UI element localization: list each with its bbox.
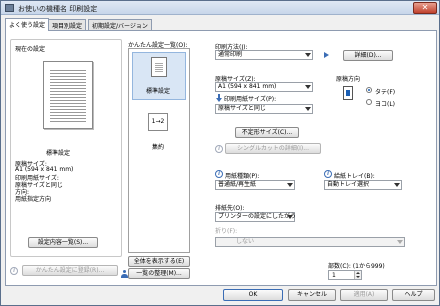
- print-method-detail-button[interactable]: 詳細(D)...: [343, 50, 393, 61]
- paper-tray-value: 自動トレイ選択: [327, 181, 370, 188]
- orientation-portrait-radio[interactable]: [366, 87, 372, 93]
- organize-list-button[interactable]: 一覧の整理(M)...: [128, 268, 190, 279]
- settings-list-button[interactable]: 設定内容一覧(S)...: [28, 237, 98, 248]
- copies-stepper[interactable]: 1: [328, 270, 362, 280]
- paper-size-value: A1 (594 x 841 mm): [218, 83, 277, 90]
- chevron-down-icon: [287, 215, 293, 219]
- easy-setting-item-standard[interactable]: 標準設定: [132, 52, 186, 100]
- paper-type-label: 用紙種類(P):: [225, 173, 260, 180]
- page-icon: [151, 57, 167, 77]
- orientation-portrait-label: タテ(F): [375, 89, 396, 96]
- window-title: お使いの機種名 印刷設定: [18, 5, 98, 13]
- user-icon: [121, 270, 128, 278]
- copies-value: 1: [332, 272, 336, 279]
- cancel-button[interactable]: キャンセル: [288, 289, 336, 301]
- print-paper-size-value: 原稿サイズと同じ: [218, 105, 266, 112]
- close-button[interactable]: ✕: [413, 2, 437, 14]
- print-method-select[interactable]: 通常印刷: [215, 50, 313, 60]
- easy-setting-label-nup: 集約: [152, 144, 165, 151]
- print-method-value: 通常印刷: [218, 51, 243, 58]
- help-button[interactable]: ヘルプ: [392, 289, 435, 301]
- 2up-icon: 1→2: [148, 113, 168, 131]
- register-info-icon: i: [10, 267, 18, 275]
- tab-frequent[interactable]: よく使う設定: [5, 18, 50, 31]
- preview-page: [43, 61, 93, 129]
- arrow-down-icon: [216, 94, 222, 102]
- paper-tray-select[interactable]: 自動トレイ選択: [324, 180, 402, 190]
- stepper-down-icon[interactable]: [356, 276, 360, 278]
- output-select[interactable]: プリンターの設定にしたがう: [215, 212, 297, 222]
- printer-icon: [5, 4, 14, 12]
- print-settings-window: お使いの機種名 印刷設定 ✕ よく使う設定 項目別設定 初期設定/バージョン 現…: [0, 0, 440, 306]
- easy-setting-label-standard: 標準設定: [146, 88, 171, 95]
- detail-paper-size-value: A1 (594 x 841 mm): [15, 166, 74, 173]
- fold-label: 折り(F):: [215, 228, 238, 235]
- tab-initial-version[interactable]: 初期設定/バージョン: [88, 19, 152, 30]
- stepper-up-icon[interactable]: [356, 272, 360, 274]
- register-easy-setting-button[interactable]: かんたん設定に登録(R)...: [22, 265, 118, 276]
- chevron-down-icon: [397, 240, 403, 244]
- fold-select[interactable]: しない: [215, 237, 405, 247]
- show-all-button[interactable]: 全体を表示する(E): [128, 256, 190, 267]
- current-settings-name: 標準設定: [46, 150, 71, 157]
- chevron-down-icon: [305, 85, 311, 89]
- paper-type-select[interactable]: 普通紙/再生紙: [215, 180, 295, 190]
- orientation-landscape-label: ヨコ(L): [375, 101, 396, 108]
- detail-orientation-value: 用紙指定方向: [15, 196, 52, 203]
- print-paper-size-label: 印刷用紙サイズ(P):: [224, 96, 277, 103]
- output-label: 排紙先(O):: [215, 205, 245, 212]
- title-bar: お使いの機種名 印刷設定 ✕: [1, 1, 439, 15]
- tab-detailed[interactable]: 項目別設定: [48, 19, 87, 30]
- apply-button[interactable]: 適用(A): [340, 289, 388, 301]
- paper-type-info-icon[interactable]: i: [215, 170, 223, 178]
- shortcut-info-icon: i: [215, 145, 223, 153]
- paper-tray-info-icon[interactable]: i: [324, 170, 332, 178]
- paper-size-select[interactable]: A1 (594 x 841 mm): [215, 82, 313, 92]
- play-icon: [324, 52, 329, 58]
- chevron-down-icon: [305, 53, 311, 57]
- copies-label: 部数(C): (1から999): [328, 263, 385, 270]
- paper-type-value: 普通紙/再生紙: [218, 181, 257, 188]
- print-paper-size-select[interactable]: 原稿サイズと同じ: [215, 104, 313, 114]
- paper-tray-label: 給紙トレイ(B):: [334, 173, 375, 180]
- chevron-down-icon: [287, 183, 293, 187]
- chevron-down-icon: [305, 107, 311, 111]
- easy-settings-list[interactable]: 標準設定 1→2 集約: [128, 48, 190, 253]
- single-cut-detail-button[interactable]: シングルカットの詳細(I)...: [225, 143, 321, 154]
- ok-button[interactable]: OK: [223, 289, 283, 301]
- easy-setting-item-nup[interactable]: 1→2 集約: [132, 111, 186, 157]
- chevron-down-icon: [394, 183, 400, 187]
- output-value: プリンターの設定にしたがう: [218, 213, 297, 220]
- orientation-landscape-radio[interactable]: [366, 99, 372, 105]
- current-settings-title: 現在の設定: [15, 46, 46, 53]
- portrait-page-icon: [343, 86, 353, 100]
- fold-value: しない: [236, 238, 255, 245]
- custom-size-button[interactable]: 不定形サイズ(C)...: [235, 127, 299, 138]
- orientation-label: 原稿方向: [336, 76, 361, 83]
- tab-panel: 現在の設定 標準設定 原稿サイズ: A1 (594 x 841 mm) 印刷用紙…: [5, 30, 437, 286]
